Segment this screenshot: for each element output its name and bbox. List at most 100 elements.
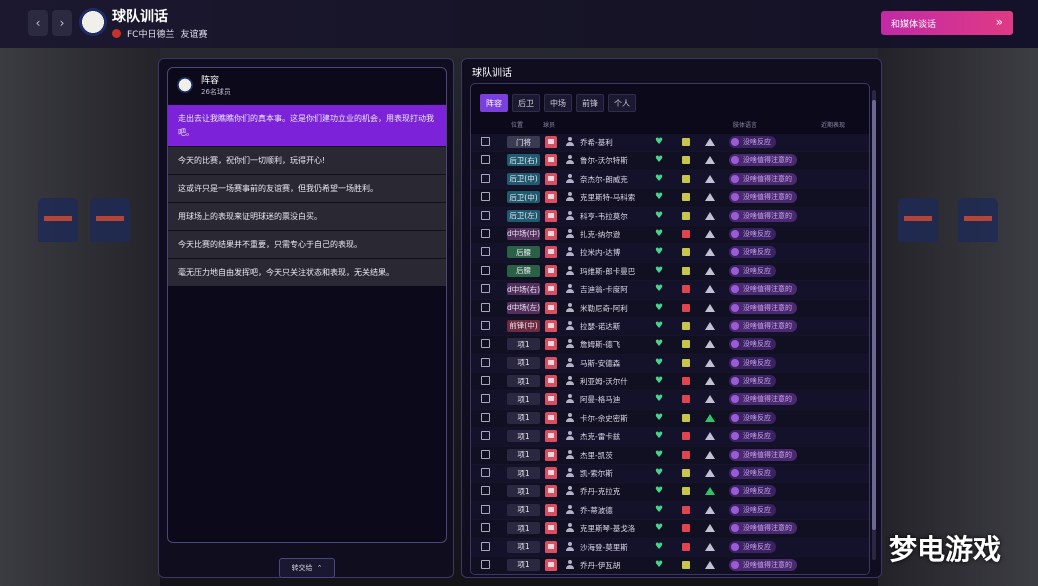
player-name[interactable]: 杰克-雷卡兹 bbox=[580, 431, 620, 442]
select-checkbox[interactable] bbox=[481, 412, 490, 422]
table-row[interactable]: 后腰 玛维斯-郎卡曼巴 ♥ 没啥反应 bbox=[471, 262, 869, 282]
trend-icon bbox=[682, 469, 690, 478]
tab-defenders[interactable]: 后卫 bbox=[512, 94, 540, 112]
table-row[interactable]: 项1 阿曼-格马迪 ♥ 没啥值得注意的 bbox=[471, 391, 869, 410]
table-row[interactable]: 项1 乔丹-伊瓦胡 ♥ 没啥值得注意的 bbox=[471, 556, 869, 574]
table-scrollbar[interactable] bbox=[872, 90, 876, 560]
table-row[interactable]: 项1 凯-索尔斯 ♥ 没啥反应 bbox=[471, 465, 869, 484]
player-name[interactable]: 乔-蒂波德 bbox=[580, 505, 613, 516]
back-button[interactable]: ‹ bbox=[28, 10, 48, 36]
select-checkbox[interactable] bbox=[481, 486, 490, 496]
select-checkbox[interactable] bbox=[481, 376, 490, 386]
talk-option[interactable]: 用球场上的表现来证明球迷的票没白买。 bbox=[168, 202, 446, 230]
talk-option[interactable]: 走出去让我瞧瞧你们的真本事。这是你们建功立业的机会，用表现打动我吧。 bbox=[168, 104, 446, 146]
header-player[interactable]: 球员 bbox=[543, 120, 555, 129]
select-checkbox[interactable] bbox=[481, 265, 490, 275]
table-row[interactable]: 项1 乔-蒂波德 ♥ 没啥反应 bbox=[471, 501, 869, 521]
player-name[interactable]: 乔丹-克拉克 bbox=[580, 486, 620, 497]
tab-midfielders[interactable]: 中场 bbox=[544, 94, 572, 112]
select-checkbox[interactable] bbox=[481, 173, 490, 183]
header-recent-form[interactable]: 近期表现 bbox=[821, 120, 845, 129]
forward-button[interactable]: › bbox=[52, 10, 72, 36]
select-checkbox[interactable] bbox=[481, 210, 490, 220]
select-checkbox[interactable] bbox=[481, 559, 490, 569]
handover-button[interactable]: 转交给 ⌃ bbox=[279, 558, 335, 578]
table-row[interactable]: 项1 利亚姆-沃尔什 ♥ 没啥反应 bbox=[471, 373, 869, 392]
player-name[interactable]: 乔希-基利 bbox=[580, 137, 613, 148]
header-body-language[interactable]: 肢体语言 bbox=[733, 120, 757, 129]
person-icon bbox=[566, 228, 574, 238]
table-row[interactable]: d中场(右) 吉迪翁-卡度阿 ♥ 没啥值得注意的 bbox=[471, 281, 869, 300]
table-row[interactable]: 项1 杰里-凯茨 ♥ 没啥值得注意的 bbox=[471, 446, 869, 466]
select-checkbox[interactable] bbox=[481, 357, 490, 367]
header-role[interactable]: 位置 bbox=[511, 120, 523, 129]
table-row[interactable]: d中场(左) 米勒尼奇-阿利 ♥ 没啥值得注意的 bbox=[471, 299, 869, 318]
select-checkbox[interactable] bbox=[481, 523, 490, 533]
table-row[interactable]: 后卫(左) 科亨-韦拉莫尔 ♥ 没啥值得注意的 bbox=[471, 207, 869, 226]
talk-option[interactable]: 今天的比赛，祝你们一切顺利，玩得开心! bbox=[168, 146, 446, 174]
select-checkbox[interactable] bbox=[481, 504, 490, 514]
select-checkbox[interactable] bbox=[481, 449, 490, 459]
player-name[interactable]: 拉瑟-诺达斯 bbox=[580, 321, 620, 332]
tab-lineup[interactable]: 阵容 bbox=[480, 94, 508, 112]
table-row[interactable]: 项1 乔丹-克拉克 ♥ 没啥反应 bbox=[471, 483, 869, 502]
table-row[interactable]: 项1 克里斯琴-基戈洛 ♥ 没啥值得注意的 bbox=[471, 520, 869, 539]
table-row[interactable]: 门将 乔希-基利 ♥ 没啥反应 bbox=[471, 134, 869, 153]
player-name[interactable]: 拉米内-达博 bbox=[580, 247, 620, 258]
talk-to-media-button[interactable]: 和媒体谈话 » bbox=[881, 11, 1013, 35]
tab-forwards[interactable]: 前锋 bbox=[576, 94, 604, 112]
tab-individual[interactable]: 个人 bbox=[608, 94, 636, 112]
select-checkbox[interactable] bbox=[481, 339, 490, 349]
select-checkbox[interactable] bbox=[481, 228, 490, 238]
table-row[interactable]: d中场(中) 扎克-纳尔逊 ♥ 没啥反应 bbox=[471, 225, 869, 245]
player-name[interactable]: 沙海登-莫里斯 bbox=[580, 542, 628, 553]
select-checkbox[interactable] bbox=[481, 541, 490, 551]
player-name[interactable]: 米勒尼奇-阿利 bbox=[580, 303, 628, 314]
player-name[interactable]: 扎克-纳尔逊 bbox=[580, 229, 620, 240]
player-name[interactable]: 利亚姆-沃尔什 bbox=[580, 376, 628, 387]
select-checkbox[interactable] bbox=[481, 247, 490, 257]
player-name[interactable]: 科亨-韦拉莫尔 bbox=[580, 211, 628, 222]
table-row[interactable]: 后卫(中) 奈杰尔-朗威克 ♥ 没啥值得注意的 bbox=[471, 170, 869, 190]
player-name[interactable]: 鲁尔-沃尔特斯 bbox=[580, 155, 628, 166]
scrollbar-thumb[interactable] bbox=[872, 100, 876, 530]
table-row[interactable]: 后卫(右) 鲁尔-沃尔特斯 ♥ 没啥值得注意的 bbox=[471, 152, 869, 171]
reaction-badge: 没啥反应 bbox=[729, 540, 776, 553]
player-name[interactable]: 克里斯琴-基戈洛 bbox=[580, 523, 635, 534]
player-name[interactable]: 玛维斯-郎卡曼巴 bbox=[580, 266, 635, 277]
triangle-icon bbox=[705, 321, 715, 330]
table-row[interactable]: 项1 杰克-雷卡兹 ♥ 没啥反应 bbox=[471, 428, 869, 447]
table-row[interactable]: 项1 马斯-安德森 ♥ 没啥反应 bbox=[471, 354, 869, 374]
select-checkbox[interactable] bbox=[481, 284, 490, 294]
select-checkbox[interactable] bbox=[481, 137, 490, 146]
person-icon bbox=[566, 302, 574, 312]
player-name[interactable]: 卡尔-佘史密斯 bbox=[580, 413, 628, 424]
player-name[interactable]: 克里斯特-马科索 bbox=[580, 192, 635, 203]
player-name[interactable]: 杰里-凯茨 bbox=[580, 450, 613, 461]
table-row[interactable]: 后卫(中) 克里斯特-马科索 ♥ 没啥值得注意的 bbox=[471, 189, 869, 208]
select-checkbox[interactable] bbox=[481, 431, 490, 441]
select-checkbox[interactable] bbox=[481, 394, 490, 404]
player-name[interactable]: 吉迪翁-卡度阿 bbox=[580, 284, 628, 295]
table-row[interactable]: 前锋(中) 拉瑟-诺达斯 ♥ 没啥值得注意的 bbox=[471, 317, 869, 337]
player-name[interactable]: 阿曼-格马迪 bbox=[580, 394, 620, 405]
player-name[interactable]: 凯-索尔斯 bbox=[580, 468, 613, 479]
select-checkbox[interactable] bbox=[481, 468, 490, 478]
reaction-icon bbox=[731, 450, 739, 459]
table-row[interactable]: 项1 詹姆斯-德飞 ♥ 没啥反应 bbox=[471, 336, 869, 355]
talk-option[interactable]: 今天比赛的结果并不重要，只需专心于自己的表现。 bbox=[168, 230, 446, 258]
player-name[interactable]: 乔丹-伊瓦胡 bbox=[580, 560, 620, 571]
table-row[interactable]: 后腰 拉米内-达博 ♥ 没啥反应 bbox=[471, 244, 869, 263]
select-checkbox[interactable] bbox=[481, 320, 490, 330]
select-checkbox[interactable] bbox=[481, 155, 490, 165]
talk-option[interactable]: 这或许只是一场赛事前的友谊赛，但我仍希望一场胜利。 bbox=[168, 174, 446, 202]
table-row[interactable]: 项1 沙海登-莫里斯 ♥ 没啥反应 bbox=[471, 538, 869, 557]
player-name[interactable]: 詹姆斯-德飞 bbox=[580, 339, 620, 350]
player-name[interactable]: 奈杰尔-朗威克 bbox=[580, 174, 628, 185]
select-checkbox[interactable] bbox=[481, 192, 490, 202]
talk-option[interactable]: 毫无压力地自由发挥吧，今天只关注状态和表现，无关结果。 bbox=[168, 258, 446, 286]
player-name[interactable]: 马斯-安德森 bbox=[580, 358, 620, 369]
cross-icon bbox=[682, 303, 690, 312]
table-row[interactable]: 项1 卡尔-佘史密斯 ♥ 没啥反应 bbox=[471, 409, 869, 429]
select-checkbox[interactable] bbox=[481, 302, 490, 312]
